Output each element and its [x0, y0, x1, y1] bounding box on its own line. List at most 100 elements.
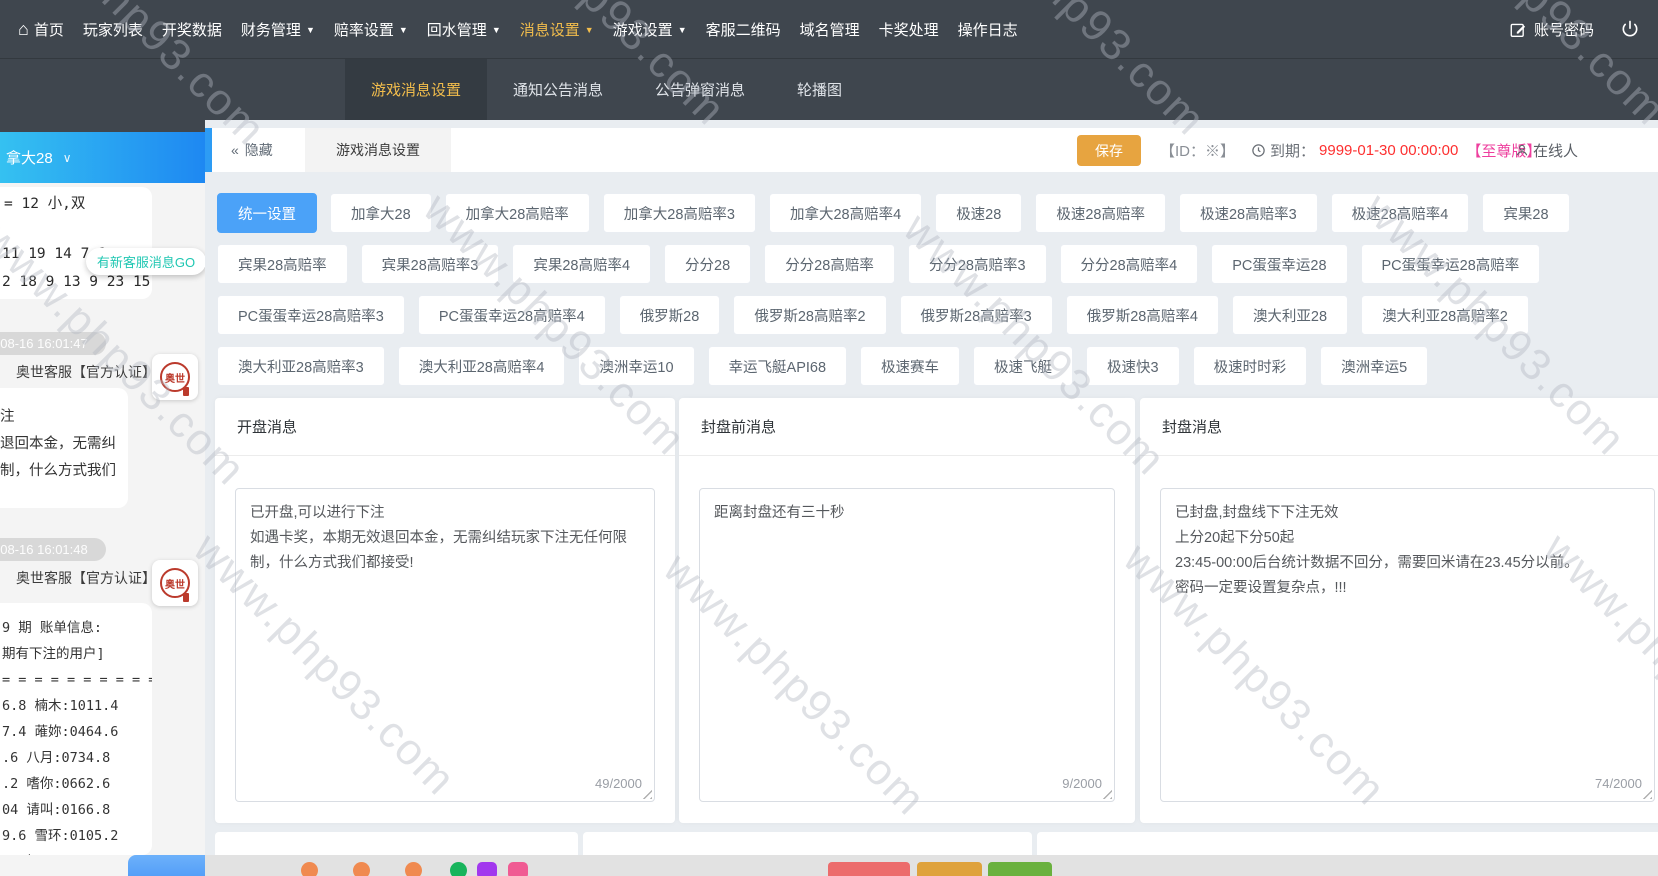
game-button[interactable]: 分分28高赔率4: [1060, 244, 1199, 284]
expiry-info: 到期： 9999-01-30 00:00:00 【至尊版】: [1251, 128, 1541, 172]
game-button[interactable]: 澳大利亚28高赔率4: [398, 346, 566, 386]
nav-item-9[interactable]: 客服二维码: [706, 19, 781, 40]
game-button[interactable]: 澳洲幸运10: [578, 346, 694, 386]
game-button[interactable]: 加拿大28: [330, 193, 432, 233]
panel-1: 开盘消息已开盘,可以进行下注 如遇卡奖，本期无效退回本金，无需纠结玩家下注无任何…: [215, 398, 675, 823]
current-page-tab[interactable]: 游戏消息设置: [305, 128, 451, 172]
new-message-pill-button[interactable]: 有新客服消息GO: [86, 248, 205, 275]
power-icon[interactable]: [1620, 19, 1640, 39]
account-password-button[interactable]: 账号密码: [1510, 19, 1594, 40]
nav-item-label: 开奖数据: [162, 19, 222, 40]
color-dot[interactable]: [508, 862, 528, 876]
chat-timestamp: 08-16 16:01:47: [0, 332, 106, 355]
nav-item-11[interactable]: 卡奖处理: [879, 19, 939, 40]
game-button[interactable]: 加拿大28高赔率3: [603, 193, 756, 233]
chat-room-title: 拿大28: [6, 147, 53, 168]
color-dot[interactable]: [477, 862, 497, 876]
game-button[interactable]: 极速赛车: [860, 346, 960, 386]
tab-1[interactable]: 游戏消息设置: [345, 59, 487, 120]
nav-item-label: 消息设置: [520, 19, 580, 40]
message-text: 已开盘,可以进行下注 如遇卡奖，本期无效退回本金，无需纠结玩家下注无任何限制，什…: [250, 501, 640, 576]
game-button[interactable]: PC蛋蛋幸运28高赔率: [1361, 244, 1541, 284]
nav-item-2[interactable]: 玩家列表: [83, 19, 143, 40]
save-button[interactable]: 保存: [1077, 135, 1141, 166]
game-button[interactable]: 极速28高赔率: [1035, 193, 1166, 233]
tab-2[interactable]: 通知公告消息: [487, 59, 629, 120]
game-button[interactable]: 澳大利亚28高赔率2: [1361, 295, 1529, 335]
chat-message-line: .4 扛琴:0001: [2, 849, 150, 855]
game-button[interactable]: 极速28: [935, 193, 1022, 233]
chat-message-line: .2 嗜你:0662.6: [2, 771, 150, 797]
customer-service-chat-widget: 拿大28 ∨ = 12 小,双 11 19 14 7 1 2 18 9 13 9…: [0, 120, 205, 876]
game-button[interactable]: 极速28高赔率3: [1179, 193, 1318, 233]
chat-message-line: 制，什么方式我们: [0, 458, 120, 485]
game-button[interactable]: 加拿大28高赔率4: [769, 193, 922, 233]
char-counter: 49/2000: [595, 771, 642, 796]
game-button[interactable]: 分分28高赔率: [764, 244, 895, 284]
game-button[interactable]: 俄罗斯28高赔率3: [900, 295, 1053, 335]
game-button[interactable]: 加拿大28高赔率: [445, 193, 590, 233]
topnav-items: ⌂首页玩家列表开奖数据财务管理▼ 赔率设置▼ 回水管理▼ 消息设置 ▼ 游戏设置▼ 客服二维…: [18, 19, 1018, 40]
nav-item-3[interactable]: 开奖数据: [162, 19, 222, 40]
bottom-action-button[interactable]: [828, 862, 910, 876]
panel-body: 已开盘,可以进行下注 如遇卡奖，本期无效退回本金，无需纠结玩家下注无任何限制，什…: [215, 456, 675, 802]
game-button[interactable]: 分分28: [664, 244, 751, 284]
nav-item-6[interactable]: 回水管理▼: [427, 19, 501, 40]
nav-item-12[interactable]: 操作日志: [958, 19, 1018, 40]
chat-message-line: 注: [0, 404, 120, 431]
nav-item-label: 域名管理: [800, 19, 860, 40]
message-textarea[interactable]: 已开盘,可以进行下注 如遇卡奖，本期无效退回本金，无需纠结玩家下注无任何限制，什…: [235, 488, 655, 802]
resize-handle-icon[interactable]: [1101, 788, 1112, 799]
game-button[interactable]: 极速时时彩: [1193, 346, 1308, 386]
nav-item-label: 回水管理: [427, 19, 487, 40]
panel-3: 封盘消息已封盘,封盘线下下注无效 上分20起下分50起 23:45-00:00后…: [1140, 398, 1658, 823]
game-button[interactable]: 俄罗斯28: [619, 295, 721, 335]
game-button[interactable]: 俄罗斯28高赔率4: [1066, 295, 1219, 335]
bottom-action-button[interactable]: [917, 862, 982, 876]
avatar: 奥世: [152, 354, 198, 400]
avatar-seal: [183, 387, 189, 396]
main-content: « 隐藏 游戏消息设置 保存 【ID：※】 到期： 9999-01-30 00:…: [205, 120, 1658, 876]
game-button[interactable]: 极速快3: [1086, 346, 1180, 386]
game-button[interactable]: 澳大利亚28: [1232, 295, 1348, 335]
color-dot[interactable]: [301, 862, 318, 876]
game-button[interactable]: 统一设置: [217, 193, 317, 233]
nav-item-label: 财务管理: [241, 19, 301, 40]
message-textarea[interactable]: 已封盘,封盘线下下注无效 上分20起下分50起 23:45-00:00后台统计数…: [1160, 488, 1655, 802]
chat-message-line: 9.6 雪环:0105.2: [2, 823, 150, 849]
game-button[interactable]: 宾果28高赔率: [217, 244, 348, 284]
hide-sidebar-button[interactable]: « 隐藏: [231, 128, 273, 172]
nav-item-4[interactable]: 财务管理▼: [241, 19, 315, 40]
game-button[interactable]: 澳大利亚28高赔率3: [217, 346, 385, 386]
nav-item-10[interactable]: 域名管理: [800, 19, 860, 40]
game-button[interactable]: 分分28高赔率3: [908, 244, 1047, 284]
color-dot[interactable]: [450, 862, 467, 876]
game-button[interactable]: PC蛋蛋幸运28高赔率3: [217, 295, 405, 335]
resize-handle-icon[interactable]: [641, 788, 652, 799]
chat-message-line: 6.8 楠木:1011.4: [2, 693, 150, 719]
game-button[interactable]: 宾果28: [1482, 193, 1569, 233]
nav-item-1[interactable]: ⌂首页: [18, 19, 64, 40]
game-button[interactable]: PC蛋蛋幸运28高赔率4: [418, 295, 606, 335]
game-button[interactable]: 宾果28高赔率3: [361, 244, 500, 284]
chat-room-header[interactable]: 拿大28 ∨: [0, 132, 205, 183]
color-dot[interactable]: [405, 862, 422, 876]
game-button[interactable]: 极速飞艇: [973, 346, 1073, 386]
tab-4[interactable]: 轮播图: [771, 59, 868, 120]
game-button[interactable]: PC蛋蛋幸运28: [1211, 244, 1347, 284]
game-button[interactable]: 澳洲幸运5: [1320, 346, 1428, 386]
send-button[interactable]: [128, 855, 205, 876]
resize-handle-icon[interactable]: [1641, 788, 1652, 799]
nav-item-7[interactable]: 消息设置 ▼: [520, 19, 594, 40]
chevron-down-icon: ▼: [585, 25, 594, 35]
message-textarea[interactable]: 距离封盘还有三十秒9/2000: [699, 488, 1115, 802]
color-dot[interactable]: [353, 862, 370, 876]
nav-item-8[interactable]: 游戏设置▼: [613, 19, 687, 40]
game-button[interactable]: 极速28高赔率4: [1331, 193, 1470, 233]
nav-item-5[interactable]: 赔率设置▼: [334, 19, 408, 40]
tab-3[interactable]: 公告弹窗消息: [629, 59, 771, 120]
game-button[interactable]: 俄罗斯28高赔率2: [733, 295, 886, 335]
game-button[interactable]: 宾果28高赔率4: [512, 244, 651, 284]
bottom-action-button[interactable]: [988, 862, 1052, 876]
game-button[interactable]: 幸运飞艇API68: [708, 346, 848, 386]
